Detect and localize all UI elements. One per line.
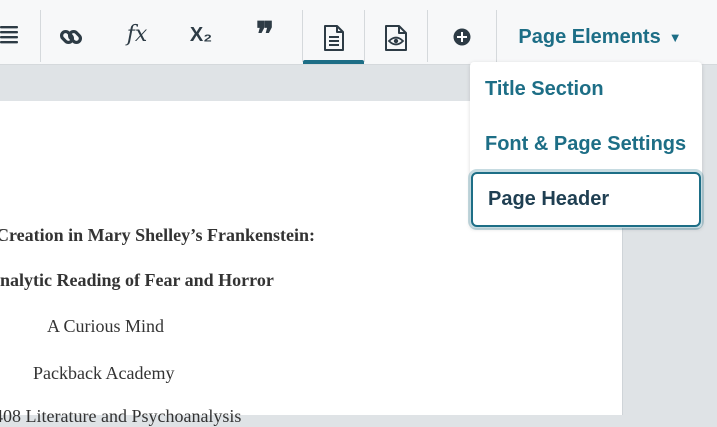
document-title-line-2: nalytic Reading of Fear and Horror — [0, 270, 274, 290]
subscript-icon: X₂ — [189, 24, 213, 46]
link-icon — [59, 29, 83, 45]
page-elements-label: Page Elements — [518, 25, 661, 48]
add-button[interactable] — [428, 10, 496, 64]
add-icon — [453, 28, 471, 46]
page-elements-menu: Title Section Font & Page Settings Page … — [470, 62, 702, 228]
list-button[interactable] — [0, 10, 24, 64]
quote-button[interactable]: ❞ — [240, 10, 290, 64]
link-button[interactable] — [46, 10, 96, 64]
list-icon — [0, 26, 18, 44]
preview-icon — [385, 25, 407, 51]
menu-item-title-section[interactable]: Title Section — [470, 62, 702, 117]
toolbar-separator — [40, 10, 41, 62]
editor-toolbar: fx X₂ ❞ Page Elements ▼ — [0, 0, 717, 65]
page-elements-dropdown-button[interactable]: Page Elements ▼ — [500, 10, 700, 64]
caret-down-icon: ▼ — [668, 29, 682, 45]
quote-icon: ❞ — [255, 15, 275, 55]
menu-item-font-page-settings[interactable]: Font & Page Settings — [470, 117, 702, 172]
document-button[interactable] — [303, 10, 364, 64]
document-title-line-1: Creation in Mary Shelley’s Frankenstein: — [0, 225, 315, 245]
preview-button[interactable] — [365, 10, 427, 64]
document-icon — [323, 25, 344, 51]
menu-item-page-header[interactable]: Page Header — [471, 172, 701, 227]
document-author: A Curious Mind — [47, 316, 165, 336]
toolbar-separator — [496, 10, 497, 62]
formula-icon: fx — [126, 22, 148, 47]
formula-button[interactable]: fx — [112, 10, 162, 64]
document-course: 408 Literature and Psychoanalysis — [0, 406, 242, 426]
subscript-button[interactable]: X₂ — [176, 10, 226, 64]
document-institution: Packback Academy — [33, 363, 175, 383]
